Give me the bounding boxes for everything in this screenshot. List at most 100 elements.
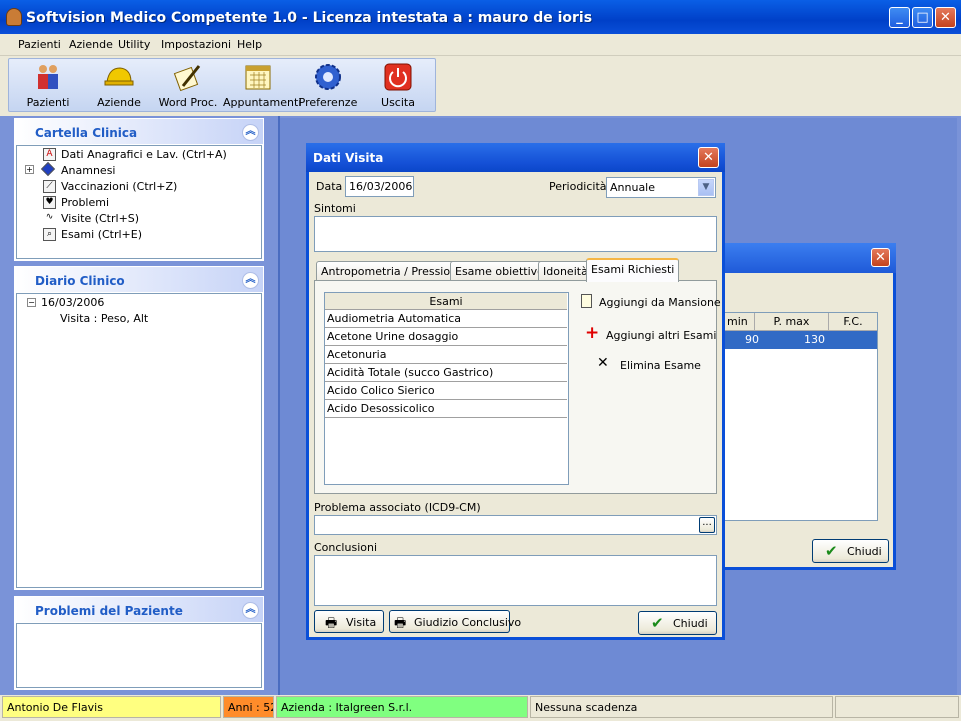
background-chiudi-button[interactable]: ✔ Chiudi bbox=[812, 539, 889, 563]
table-row[interactable]: Acidità Totale (succo Gastrico) bbox=[325, 364, 567, 382]
stethoscope-icon: ∿ bbox=[45, 212, 54, 222]
check-icon: ✔ bbox=[825, 542, 838, 560]
chiudi-button[interactable]: ✔ Chiudi bbox=[638, 611, 717, 635]
background-close-icon[interactable]: ✕ bbox=[871, 248, 890, 267]
collapse-icon[interactable]: ︽ bbox=[242, 124, 259, 141]
problemi-list bbox=[16, 623, 262, 688]
minimize-button[interactable]: _ bbox=[889, 7, 910, 28]
calendar-icon bbox=[245, 65, 271, 90]
patients-icon bbox=[38, 65, 58, 89]
toolbar-label: Aziende bbox=[97, 96, 141, 109]
problem-icon: ♥ bbox=[43, 196, 56, 209]
cartella-tree: A Dati Anagrafici e Lav. (Ctrl+A) + Anamne… bbox=[16, 145, 262, 259]
table-row[interactable]: Acido Desossicolico bbox=[325, 400, 567, 418]
tab-esame-obiettivo[interactable]: Esame obiettivo bbox=[450, 261, 549, 281]
esami-header: Esami bbox=[325, 293, 567, 310]
menu-utility[interactable]: Utility bbox=[118, 38, 150, 51]
toolbar-label: Appuntamenti bbox=[223, 96, 302, 109]
giudizio-conclusivo-button[interactable]: 🖶 Giudizio Conclusivo bbox=[389, 610, 521, 633]
problema-input[interactable] bbox=[314, 515, 717, 535]
col-header-fc: F.C. bbox=[829, 313, 877, 331]
plus-icon: + bbox=[585, 323, 600, 343]
panel-header: Problemi del Paziente ︽ bbox=[15, 597, 263, 623]
col-header-pmax: P. max bbox=[755, 313, 829, 331]
col-header-min: min bbox=[723, 313, 755, 331]
panel-title: Cartella Clinica bbox=[35, 126, 138, 140]
doctor-app-icon bbox=[6, 8, 22, 26]
panel-header: Diario Clinico ︽ bbox=[15, 267, 263, 293]
status-age: Anni : 52 bbox=[223, 696, 274, 718]
status-company: Azienda : Italgreen S.r.l. bbox=[276, 696, 528, 718]
diario-date[interactable]: 16/03/2006 bbox=[41, 296, 104, 309]
status-extra bbox=[835, 696, 959, 718]
data-input[interactable]: 16/03/2006 bbox=[345, 176, 414, 197]
table-row[interactable]: Acido Colico Sierico bbox=[325, 382, 567, 400]
panel-header: Cartella Clinica ︽ bbox=[15, 119, 263, 145]
menu-pazienti[interactable]: Pazienti bbox=[18, 38, 61, 51]
collapse-icon[interactable]: ︽ bbox=[242, 272, 259, 289]
check-icon: ✔ bbox=[651, 614, 664, 632]
toolbar-label: Uscita bbox=[381, 96, 415, 109]
toolbar-pazienti-button[interactable]: Pazienti bbox=[13, 60, 83, 112]
syringe-icon: ⟋ bbox=[43, 180, 56, 193]
elimina-esame-button[interactable]: ✕ Elimina Esame bbox=[597, 355, 701, 374]
printer-icon: 🖶 bbox=[394, 616, 407, 631]
close-button[interactable]: ✕ bbox=[935, 7, 956, 28]
table-row[interactable]: Audiometria Automatica bbox=[325, 310, 567, 328]
gear-icon bbox=[315, 64, 341, 90]
maximize-button[interactable]: □ bbox=[912, 7, 933, 28]
dialog-titlebar: Dati Visita ✕ bbox=[306, 143, 725, 172]
sintomi-label: Sintomi bbox=[314, 202, 356, 215]
window-title: Softvision Medico Competente 1.0 - Licen… bbox=[26, 10, 593, 26]
dialog-close-icon[interactable]: ✕ bbox=[698, 147, 719, 168]
chevron-down-icon[interactable]: ▼ bbox=[698, 179, 714, 196]
write-icon bbox=[173, 65, 201, 92]
status-patient: Antonio De Flavis bbox=[2, 696, 221, 718]
expand-icon[interactable]: + bbox=[25, 165, 34, 174]
menu-bar: Pazienti Aziende Utility Impostazioni He… bbox=[0, 34, 961, 56]
menu-aziende[interactable]: Aziende bbox=[69, 38, 113, 51]
minimize-icon: _ bbox=[896, 10, 903, 25]
periodicita-label: Periodicità bbox=[549, 180, 607, 193]
document-icon bbox=[581, 294, 592, 308]
table-row[interactable]: Acetone Urine dosaggio bbox=[325, 328, 567, 346]
toolbar-appuntamenti-button[interactable]: Appuntamenti bbox=[223, 60, 302, 112]
maximize-icon: □ bbox=[916, 10, 929, 25]
diario-tree: − 16/03/2006 Visita : Peso, Alt bbox=[16, 293, 262, 588]
tab-esami-richiesti[interactable]: Esami Richiesti bbox=[586, 258, 680, 282]
periodicita-select[interactable]: Annuale ▼ bbox=[606, 177, 716, 198]
panel-title: Diario Clinico bbox=[35, 274, 125, 288]
delete-x-icon: ✕ bbox=[597, 355, 609, 371]
panel-title: Problemi del Paziente bbox=[35, 604, 183, 618]
conclusioni-textarea[interactable] bbox=[314, 555, 717, 606]
aggiungi-altri-button[interactable]: + Aggiungi altri Esami bbox=[585, 323, 716, 344]
status-deadline: Nessuna scadenza bbox=[530, 696, 833, 718]
browse-button[interactable]: ... bbox=[699, 517, 715, 533]
collapse-icon[interactable]: ︽ bbox=[242, 602, 259, 619]
diario-clinico-panel: Diario Clinico ︽ − 16/03/2006 Visita : P… bbox=[14, 266, 264, 590]
printer-icon: 🖶 bbox=[325, 616, 338, 631]
power-icon bbox=[384, 63, 412, 91]
aggiungi-mansione-button[interactable]: Aggiungi da Mansione bbox=[579, 294, 721, 312]
toolbar-wordproc-button[interactable]: Word Proc. bbox=[153, 60, 223, 112]
toolbar-preferenze-button[interactable]: Preferenze bbox=[293, 60, 363, 112]
toolbar-uscita-button[interactable]: Uscita bbox=[363, 60, 433, 112]
cell-min: 90 bbox=[745, 333, 759, 346]
collapse-node-icon[interactable]: − bbox=[27, 298, 36, 307]
diario-visit[interactable]: Visita : Peso, Alt bbox=[60, 312, 148, 325]
table-row[interactable]: Acetonuria bbox=[325, 346, 567, 364]
problemi-paziente-panel: Problemi del Paziente ︽ bbox=[14, 596, 264, 690]
cell-pmax: 130 bbox=[804, 333, 825, 346]
tab-antropometria[interactable]: Antropometria / Pressione bbox=[316, 261, 469, 281]
table-row[interactable]: 90 130 bbox=[723, 331, 877, 349]
sintomi-textarea[interactable] bbox=[314, 216, 717, 252]
toolbar-label: Preferenze bbox=[298, 96, 358, 109]
visita-button[interactable]: 🖶 Visita bbox=[314, 610, 384, 633]
menu-impostazioni[interactable]: Impostazioni bbox=[161, 38, 231, 51]
tab-idoneita[interactable]: Idoneità bbox=[538, 261, 593, 281]
menu-help[interactable]: Help bbox=[237, 38, 262, 51]
toolbar-aziende-button[interactable]: Aziende bbox=[84, 60, 154, 112]
conclusioni-label: Conclusioni bbox=[314, 541, 378, 554]
cartella-clinica-panel: Cartella Clinica ︽ A Dati Anagrafici e La… bbox=[14, 118, 264, 261]
background-grid: min P. max F.C. 90 130 bbox=[722, 312, 878, 521]
